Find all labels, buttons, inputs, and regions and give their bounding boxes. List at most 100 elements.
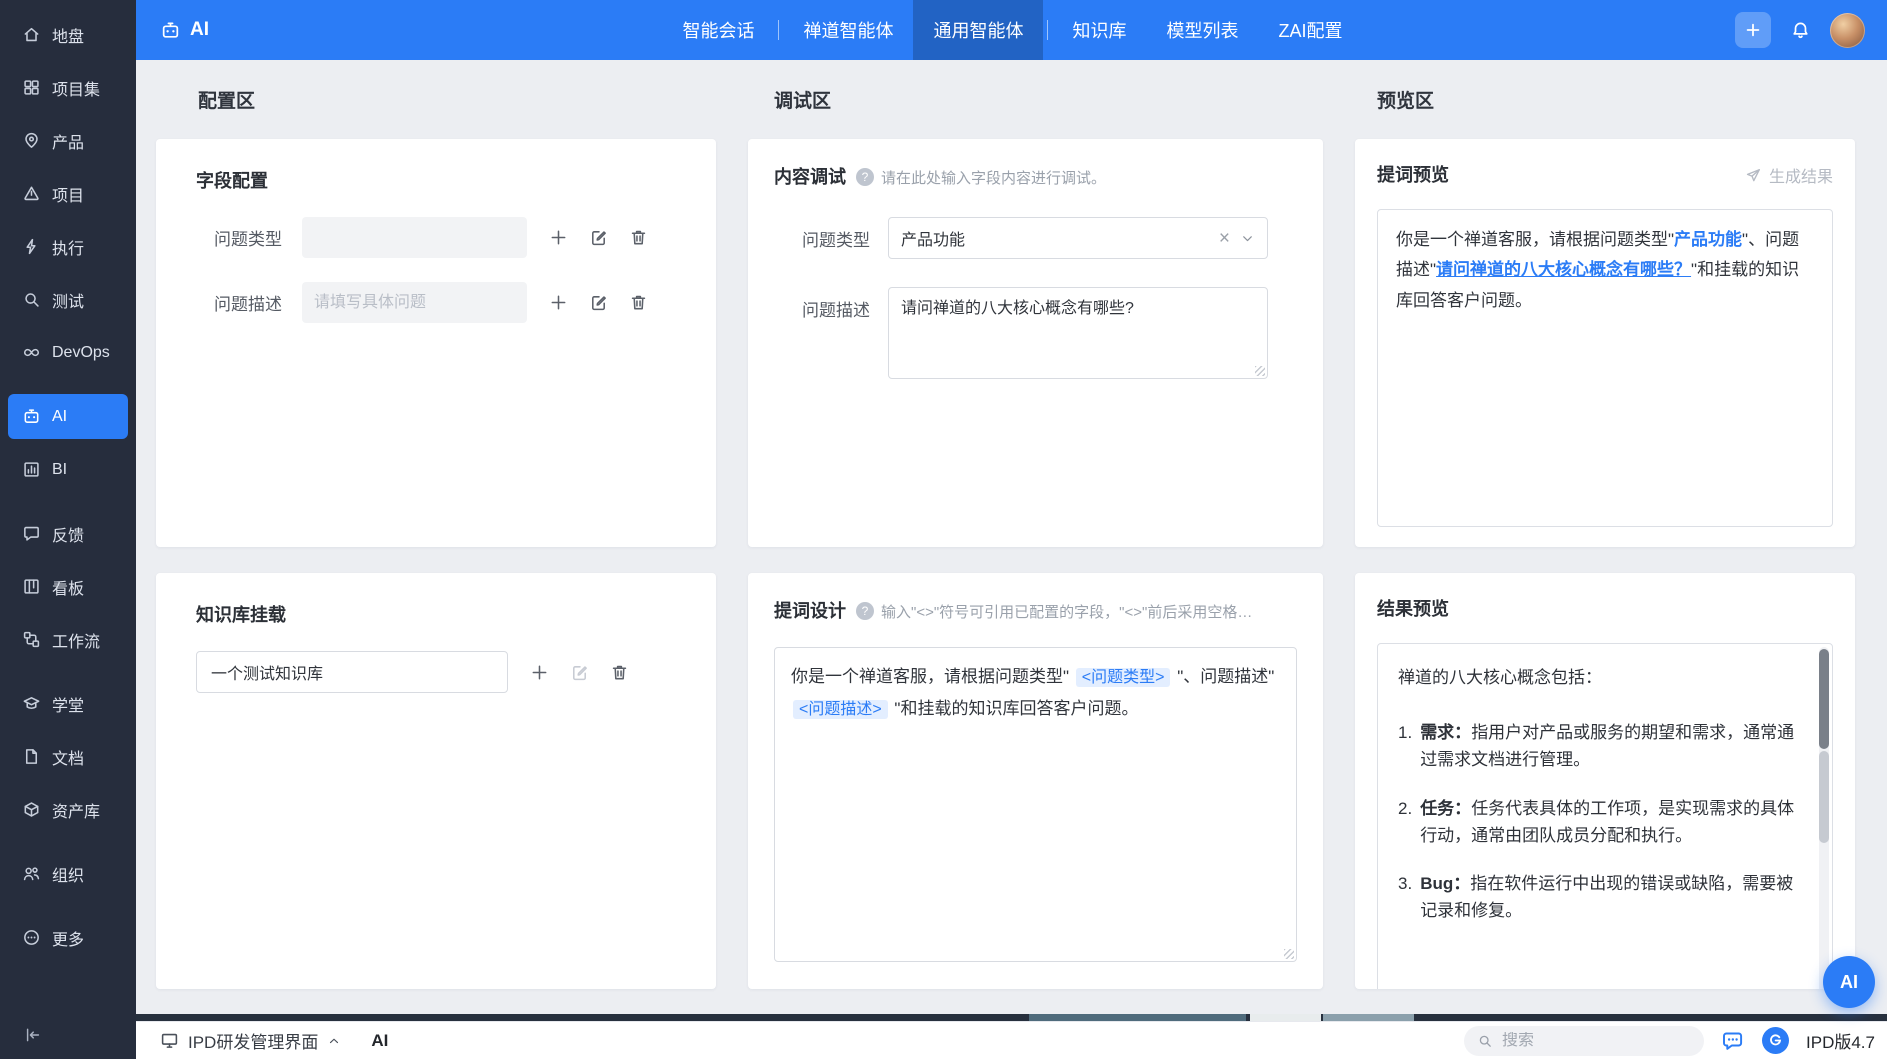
sidebar-collapse-button[interactable] (0, 1011, 136, 1059)
delete-field-icon[interactable] (629, 293, 648, 312)
question-mark-icon: ? (856, 602, 874, 620)
sidebar-item-doc[interactable]: 文档 (8, 734, 128, 779)
sidebar-item-test[interactable]: 测试 (8, 277, 128, 322)
strip-segment (1029, 1014, 1246, 1021)
knowledge-mount-card: 知识库挂载 (156, 573, 716, 989)
app-logo: AI (160, 19, 370, 41)
question-desc-input[interactable] (302, 282, 527, 323)
sidebar-item-label: 地盘 (52, 23, 84, 47)
field-row: 问题描述 (196, 282, 680, 323)
sidebar-item-label: AI (52, 408, 67, 426)
topbar-actions (1655, 12, 1865, 48)
edit-knowledge-icon[interactable] (570, 663, 589, 682)
sidebar-item-project[interactable]: 项目 (8, 171, 128, 216)
select-value: 产品功能 (901, 226, 1209, 250)
workflow-icon (22, 630, 41, 649)
field-chip-question-type[interactable]: <问题类型> (1076, 668, 1171, 687)
ai-assistant-fab[interactable]: AI (1823, 956, 1875, 1008)
scrollbar-thumb[interactable] (1819, 649, 1829, 749)
field-chip-question-desc[interactable]: <问题描述> (793, 700, 888, 719)
infinity-icon (22, 343, 41, 362)
sidebar-item-label: 反馈 (52, 522, 84, 546)
sidebar-item-product[interactable]: 产品 (8, 118, 128, 163)
sidebar-item-kanban[interactable]: 看板 (8, 564, 128, 609)
tab-smart-chat[interactable]: 智能会话 (662, 0, 774, 60)
sidebar-item-label: 项目 (52, 182, 84, 206)
result-item: 2. 任务：任务代表具体的工作项，是实现需求的具体行动，通常由团队成员分配和执行… (1398, 795, 1798, 849)
content-debug-hint: ? 请在此处输入字段内容进行调试。 (856, 167, 1106, 188)
prompt-design-editor[interactable]: 你是一个禅道客服，请根据问题类型" <问题类型> "、问题描述" <问题描述> … (774, 647, 1297, 962)
xuanxuan-icon[interactable] (1762, 1027, 1789, 1054)
graduation-cap-icon (22, 694, 41, 713)
scrollbar-track[interactable] (1819, 647, 1829, 989)
topbar: AI 智能会话 禅道智能体 通用智能体 知识库 模型列表 ZAI配置 (136, 0, 1887, 60)
tab-knowledge-base[interactable]: 知识库 (1052, 0, 1146, 60)
chevron-up-icon (327, 1034, 341, 1048)
delete-knowledge-icon[interactable] (610, 663, 629, 682)
clear-icon[interactable]: × (1219, 229, 1230, 248)
sidebar-item-label: BI (52, 461, 67, 479)
debug-label: 问题描述 (774, 287, 870, 379)
generate-result-button[interactable]: 生成结果 (1745, 163, 1833, 187)
search-icon (1477, 1033, 1493, 1049)
people-icon (22, 864, 41, 883)
user-avatar[interactable] (1830, 13, 1865, 48)
sidebar-nav: 地盘 项目集 产品 项目 执行 测试 (0, 0, 136, 1011)
add-field-icon[interactable] (549, 293, 568, 312)
knowledge-base-input[interactable] (196, 651, 508, 693)
create-button[interactable] (1735, 12, 1771, 48)
sidebar-item-feedback[interactable]: 反馈 (8, 511, 128, 556)
topbar-tabs: 智能会话 禅道智能体 通用智能体 知识库 模型列表 ZAI配置 (370, 0, 1655, 60)
tab-model-list[interactable]: 模型列表 (1146, 0, 1258, 60)
tab-general-agent[interactable]: 通用智能体 (913, 0, 1043, 60)
sidebar-item-label: 更多 (52, 926, 84, 950)
pin-icon (22, 131, 41, 150)
tab-divider (1047, 20, 1048, 40)
question-type-select[interactable]: 产品功能 × (888, 217, 1268, 259)
ai-logo-icon (160, 20, 181, 41)
scrollbar-shadow (1819, 751, 1829, 843)
sidebar-item-execution[interactable]: 执行 (8, 224, 128, 269)
sidebar-item-ai[interactable]: AI (8, 394, 128, 439)
edit-field-icon[interactable] (589, 228, 608, 247)
question-desc-textarea[interactable]: 请问禅道的八大核心概念有哪些? (888, 287, 1268, 379)
current-app-label: AI (371, 1031, 388, 1051)
sidebar-item-workflow[interactable]: 工作流 (8, 617, 128, 662)
result-item: 1. 需求：指用户对产品或服务的期望和需求，通常通过需求文档进行管理。 (1398, 719, 1798, 773)
sidebar-item-bi[interactable]: BI (8, 447, 128, 492)
sidebar-item-dashboard[interactable]: 地盘 (8, 12, 128, 57)
sidebar-item-label: 工作流 (52, 628, 100, 652)
edit-field-icon[interactable] (589, 293, 608, 312)
main-region: AI 智能会话 禅道智能体 通用智能体 知识库 模型列表 ZAI配置 (136, 0, 1887, 1059)
sidebar-item-label: 资产库 (52, 798, 100, 822)
project-icon (22, 184, 41, 203)
sidebar-item-label: DevOps (52, 344, 110, 362)
magnifier-icon (22, 290, 41, 309)
notification-bell-icon[interactable] (1790, 20, 1811, 41)
content: 配置区 字段配置 问题类型 问题描述 (136, 60, 1887, 1014)
workspace-name: IPD研发管理界面 (188, 1028, 318, 1053)
global-search-input[interactable] (1502, 1032, 1691, 1050)
preview-type-value: 产品功能 (1674, 230, 1742, 249)
chat-bubble-icon[interactable] (1721, 1029, 1745, 1053)
workspace-switcher[interactable]: IPD研发管理界面 (160, 1028, 341, 1053)
global-search[interactable] (1464, 1026, 1704, 1056)
question-mark-icon: ? (856, 168, 874, 186)
sidebar-item-devops[interactable]: DevOps (8, 330, 128, 375)
sidebar-item-asset[interactable]: 资产库 (8, 787, 128, 832)
add-knowledge-icon[interactable] (530, 663, 549, 682)
add-field-icon[interactable] (549, 228, 568, 247)
collapse-icon (24, 1026, 42, 1044)
chart-icon (22, 460, 41, 479)
tab-zentao-agent[interactable]: 禅道智能体 (783, 0, 913, 60)
delete-field-icon[interactable] (629, 228, 648, 247)
prompt-text: "和挂载的知识库回答客户问题。 (890, 699, 1139, 718)
tab-zai-config[interactable]: ZAI配置 (1258, 0, 1362, 60)
question-type-input[interactable] (302, 217, 527, 258)
chevron-down-icon[interactable] (1240, 231, 1255, 246)
sidebar-item-more[interactable]: 更多 (8, 915, 128, 960)
sidebar-item-org[interactable]: 组织 (8, 851, 128, 896)
sidebar-item-program[interactable]: 项目集 (8, 65, 128, 110)
field-row: 问题类型 (196, 217, 680, 258)
sidebar-item-school[interactable]: 学堂 (8, 681, 128, 726)
